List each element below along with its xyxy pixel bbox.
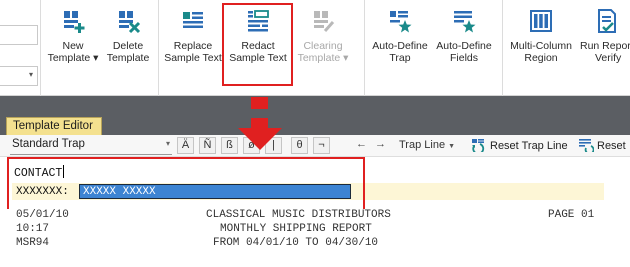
ribbon-dropdown[interactable]: ▾ [0, 66, 38, 86]
delete-template-button[interactable]: Delete Template [103, 0, 153, 80]
reset-fields-icon [579, 139, 595, 155]
clearing-template-label: Clearing [303, 40, 343, 52]
delete-template-label: Delete [112, 40, 144, 52]
char-button-not[interactable]: ¬ [313, 137, 330, 154]
auto-define-trap-button[interactable]: Auto-Define Trap [369, 0, 431, 80]
report-line-3-center: FROM 04/01/10 TO 04/30/10 [213, 237, 379, 249]
auto-define-fields-button[interactable]: Auto-Define Fields [433, 0, 495, 80]
new-template-label: New [62, 40, 84, 52]
auto-define-trap-label-2: Trap [389, 52, 411, 64]
chevron-down-icon: ▾ [165, 139, 170, 148]
auto-define-trap-icon [390, 11, 412, 33]
ribbon: ▾ New Template ▾ Delete Template Replace… [0, 0, 630, 96]
report-sample-text: 05/01/10 CLASSICAL MUSIC DISTRIBUTORS PA… [0, 209, 630, 267]
replace-sample-text-label-2: Sample Text [164, 52, 222, 64]
clearing-template-icon [314, 11, 335, 32]
auto-define-fields-icon [454, 11, 476, 33]
annotation-arrow-down-icon [238, 128, 282, 150]
trap-line-label: Trap Line [399, 139, 446, 151]
replace-sample-text-button[interactable]: Replace Sample Text [163, 0, 223, 80]
new-template-button[interactable]: New Template ▾ [46, 0, 100, 80]
ribbon-separator [158, 0, 159, 96]
nav-right-button[interactable]: → [375, 138, 386, 150]
chevron-down-icon: ▼ [448, 143, 455, 150]
ribbon-separator [40, 0, 41, 96]
run-report-verify-label: Run Report [580, 40, 630, 52]
char-button-eszett[interactable]: ß [221, 137, 238, 154]
redact-highlight-box [222, 3, 293, 86]
char-button-n-tilde[interactable]: Ñ [199, 137, 216, 154]
report-line-3-left: MSR94 [16, 237, 50, 249]
trap-type-value: Standard Trap [12, 138, 85, 150]
annotation-arrow-shaft-top [251, 97, 268, 109]
nav-left-button[interactable]: ← [356, 138, 367, 150]
new-template-label-2: Template ▾ [47, 52, 99, 64]
trap-type-select[interactable]: Standard Trap ▾ [10, 138, 172, 155]
report-line-1-right: PAGE 01 [548, 209, 595, 221]
ribbon-separator [364, 0, 365, 96]
clearing-template-button[interactable]: Clearing Template ▾ [294, 0, 352, 80]
editor-tab-bar: Template Editor [0, 114, 630, 135]
multi-column-region-label: Multi-Column [510, 40, 572, 52]
delete-template-icon [119, 11, 141, 34]
replace-sample-text-icon [183, 12, 203, 28]
auto-define-trap-label: Auto-Define [372, 40, 428, 52]
replace-sample-text-label: Replace [173, 40, 213, 52]
reset-trap-line-button[interactable]: Reset Trap Line [471, 138, 568, 155]
run-report-verify-icon [598, 9, 616, 33]
reset-label: Reset [597, 140, 626, 152]
auto-define-fields-label: Auto-Define [436, 40, 492, 52]
multi-column-region-button[interactable]: Multi-Column Region [506, 0, 576, 80]
char-button-theta[interactable]: θ [291, 137, 308, 154]
reset-trap-line-label: Reset Trap Line [490, 140, 568, 152]
trap-line-menu[interactable]: Trap Line ▼ [399, 139, 455, 151]
delete-template-label-2: Template [106, 52, 150, 64]
run-report-verify-button[interactable]: Run Report Verify [578, 0, 630, 80]
auto-define-fields-label-2: Fields [449, 52, 478, 64]
new-template-icon [64, 11, 85, 33]
reset-button[interactable]: Reset [578, 138, 626, 155]
multi-column-region-icon [530, 10, 552, 32]
workspace-strip [0, 96, 630, 114]
char-button-a-umlaut[interactable]: Ä [177, 137, 194, 154]
annotation-arrow-shaft [251, 118, 268, 128]
report-line-1-left: 05/01/10 [16, 209, 69, 221]
run-report-verify-label-2: Verify [595, 52, 622, 64]
editor-toolbar: Standard Trap ▾ Ä Ñ ß ø | θ ¬ ← → Trap L… [0, 135, 630, 157]
ribbon-separator [502, 0, 503, 96]
ribbon-field-top[interactable] [0, 25, 38, 45]
multi-column-region-label-2: Region [524, 52, 558, 64]
reset-trap-line-icon [472, 139, 485, 155]
trap-highlight-box [7, 157, 365, 213]
clearing-template-label-2: Template ▾ [297, 52, 349, 64]
report-line-2-center: MONTHLY SHIPPING REPORT [220, 223, 372, 235]
chevron-down-icon: ▾ [28, 70, 33, 79]
report-line-2-left: 10:17 [16, 223, 50, 235]
report-line-1-center: CLASSICAL MUSIC DISTRIBUTORS [206, 209, 391, 221]
tab-template-editor[interactable]: Template Editor [6, 117, 102, 135]
